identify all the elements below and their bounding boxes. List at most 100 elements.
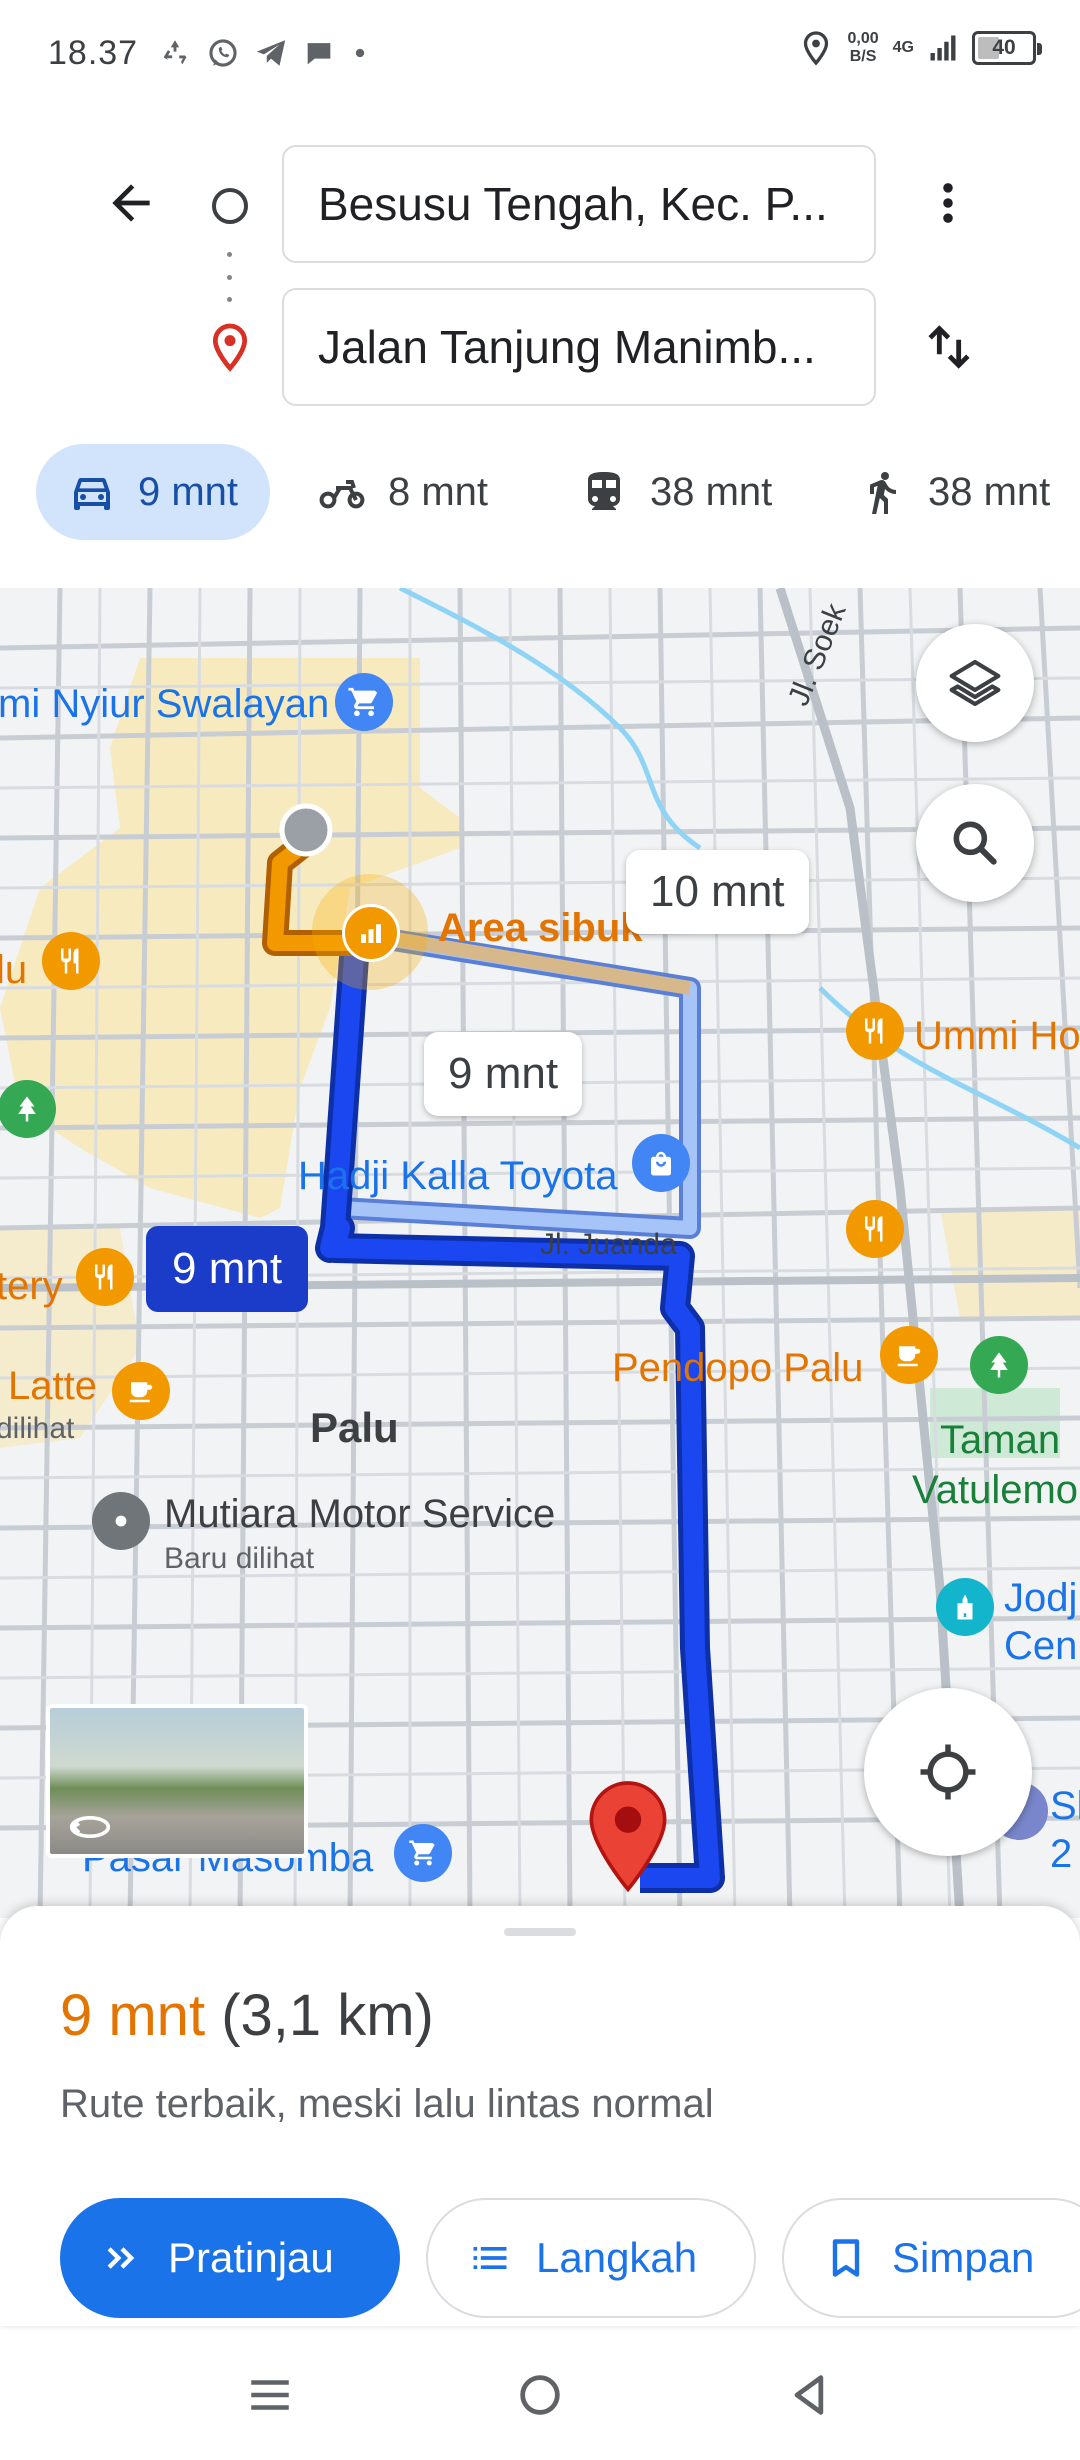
tab-walk[interactable]: 38 mnt bbox=[858, 444, 1050, 540]
system-nav-bar bbox=[0, 2330, 1080, 2460]
tab-transit-label: 38 mnt bbox=[650, 469, 773, 514]
chat-icon bbox=[307, 43, 331, 65]
route-description: Rute terbaik, meski lalu lintas normal bbox=[60, 2082, 714, 2126]
poi-label-hadji-kalla[interactable]: Hadji Kalla Toyota bbox=[298, 1154, 617, 1199]
swap-vert-icon bbox=[928, 325, 970, 369]
bookmark-icon bbox=[832, 2239, 860, 2277]
save-label: Simpan bbox=[892, 2234, 1035, 2281]
battery-level: 40 bbox=[992, 36, 1016, 59]
street-view-360-icon bbox=[69, 1816, 111, 1838]
motorcycle-icon bbox=[319, 480, 365, 509]
destination-field[interactable]: Jalan Tanjung Manimb... bbox=[282, 288, 876, 406]
my-location-button[interactable] bbox=[864, 1688, 1032, 1856]
signal-icon bbox=[930, 35, 956, 61]
back-button[interactable] bbox=[96, 168, 166, 238]
telegram-icon bbox=[256, 40, 286, 66]
status-right: 0,00 B/S 4G 40 bbox=[798, 30, 1042, 66]
steps-label: Langkah bbox=[536, 2234, 698, 2281]
map-view[interactable]: mi Nyiur Swalayan Area sibuk 10 mnt 9 mn… bbox=[0, 588, 1080, 1918]
street-view-thumbnail[interactable] bbox=[46, 1704, 308, 1858]
net-speed-unit: B/S bbox=[849, 48, 877, 65]
poi-label-sl-2[interactable]: 2 bbox=[1050, 1832, 1072, 1877]
route-summary: 9 mnt (3,1 km) bbox=[60, 1982, 434, 2049]
nav-home-button[interactable] bbox=[500, 2360, 580, 2430]
layers-icon bbox=[949, 659, 1001, 707]
busy-area-label[interactable]: Area sibuk bbox=[438, 906, 643, 951]
restaurant-icon[interactable] bbox=[846, 1002, 904, 1060]
place-pin-icon[interactable] bbox=[92, 1492, 150, 1550]
list-icon bbox=[473, 2247, 507, 2269]
home-circle-icon bbox=[520, 2375, 560, 2415]
preview-button[interactable]: Pratinjau bbox=[60, 2198, 400, 2318]
more-vert-icon bbox=[943, 183, 953, 223]
tab-motorcycle[interactable]: 8 mnt bbox=[318, 444, 488, 540]
net-speed-value: 0,00 bbox=[847, 30, 879, 47]
recycle-icon bbox=[163, 40, 187, 65]
poi-label-vatulemo[interactable]: Vatulemo bbox=[912, 1468, 1078, 1513]
route-bottom-sheet: 9 mnt (3,1 km) Rute terbaik, meski lalu … bbox=[0, 1906, 1080, 2326]
poi-label-cen[interactable]: Cen bbox=[1004, 1624, 1077, 1669]
restaurant-icon-3[interactable] bbox=[76, 1248, 134, 1306]
alt-route-eta-1[interactable]: 10 mnt bbox=[626, 850, 809, 934]
poi-label-ummi[interactable]: Ummi Ho bbox=[914, 1014, 1080, 1059]
notification-icons bbox=[158, 36, 370, 70]
poi-label-sl[interactable]: Sl bbox=[1050, 1784, 1080, 1829]
my-location-icon bbox=[920, 1744, 976, 1800]
restaurant-icon-4[interactable] bbox=[846, 1200, 904, 1258]
alt-route-eta-2[interactable]: 9 mnt bbox=[424, 1032, 583, 1116]
travel-mode-tabs: 9 mnt 8 mnt 38 mnt 38 mnt bbox=[0, 444, 1080, 540]
landmark-icon[interactable] bbox=[936, 1578, 994, 1636]
nav-back-button[interactable] bbox=[770, 2360, 850, 2430]
nav-menu-button[interactable] bbox=[230, 2360, 310, 2430]
tab-walk-label: 38 mnt bbox=[928, 469, 1051, 514]
search-icon bbox=[953, 821, 997, 865]
main-route-eta[interactable]: 9 mnt bbox=[146, 1226, 309, 1312]
cafe-icon[interactable] bbox=[112, 1362, 170, 1420]
status-time: 18.37 bbox=[48, 34, 139, 72]
preview-label: Pratinjau bbox=[168, 2234, 334, 2281]
menu-icon bbox=[251, 2380, 289, 2410]
swap-button[interactable] bbox=[916, 312, 982, 382]
layers-button[interactable] bbox=[916, 624, 1034, 742]
destination-marker-icon[interactable] bbox=[584, 1778, 672, 1898]
more-options-button[interactable] bbox=[920, 168, 976, 238]
route-distance: (3,1 km) bbox=[221, 1983, 434, 2048]
poi-label-tery[interactable]: tery bbox=[0, 1264, 63, 1309]
park-icon-2[interactable] bbox=[970, 1336, 1028, 1394]
poi-label-lu[interactable]: lu bbox=[0, 948, 27, 993]
park-icon[interactable] bbox=[0, 1080, 56, 1138]
sheet-drag-handle[interactable] bbox=[504, 1928, 576, 1936]
route-dots bbox=[227, 252, 233, 302]
restaurant-icon-2[interactable] bbox=[42, 932, 100, 990]
shopping-cart-icon[interactable] bbox=[335, 673, 393, 731]
status-bar: 18.37 0,00 B/S 4G 40 bbox=[0, 0, 1080, 110]
tab-transit[interactable]: 38 mnt bbox=[580, 444, 772, 540]
arrow-back-icon bbox=[112, 184, 150, 222]
poi-label-mutiara-sub: Baru dilihat bbox=[164, 1542, 315, 1575]
city-label-palu: Palu bbox=[310, 1404, 399, 1451]
net-speed: 0,00 B/S bbox=[848, 30, 879, 66]
car-icon bbox=[74, 478, 110, 510]
back-triangle-icon bbox=[794, 2375, 824, 2415]
poi-label-taman[interactable]: Taman bbox=[940, 1418, 1060, 1463]
tab-motorcycle-label: 8 mnt bbox=[388, 469, 489, 514]
save-button[interactable]: Simpan bbox=[782, 2198, 1080, 2318]
busy-area-icon[interactable] bbox=[342, 904, 400, 962]
destination-pin-icon bbox=[212, 323, 248, 372]
steps-button[interactable]: Langkah bbox=[426, 2198, 756, 2318]
shopping-cart-icon-2[interactable] bbox=[394, 1824, 452, 1882]
poi-label-pendopo[interactable]: Pendopo Palu bbox=[612, 1346, 863, 1391]
poi-label-latte[interactable]: Latte bbox=[8, 1364, 97, 1409]
cafe-icon-2[interactable] bbox=[880, 1326, 938, 1384]
map-search-button[interactable] bbox=[916, 784, 1034, 902]
tab-car[interactable]: 9 mnt bbox=[36, 444, 271, 540]
train-icon bbox=[588, 472, 620, 510]
location-status-icon bbox=[803, 31, 828, 66]
origin-field[interactable]: Besusu Tengah, Kec. P... bbox=[282, 145, 876, 263]
poi-label-mutiara[interactable]: Mutiara Motor Service bbox=[164, 1492, 555, 1537]
poi-label-nyiur[interactable]: mi Nyiur Swalayan bbox=[0, 682, 329, 727]
double-chevron-icon bbox=[107, 2247, 135, 2269]
shopping-bag-icon[interactable] bbox=[632, 1134, 690, 1192]
walk-icon bbox=[870, 472, 896, 514]
poi-label-jodj[interactable]: Jodj bbox=[1004, 1576, 1077, 1621]
